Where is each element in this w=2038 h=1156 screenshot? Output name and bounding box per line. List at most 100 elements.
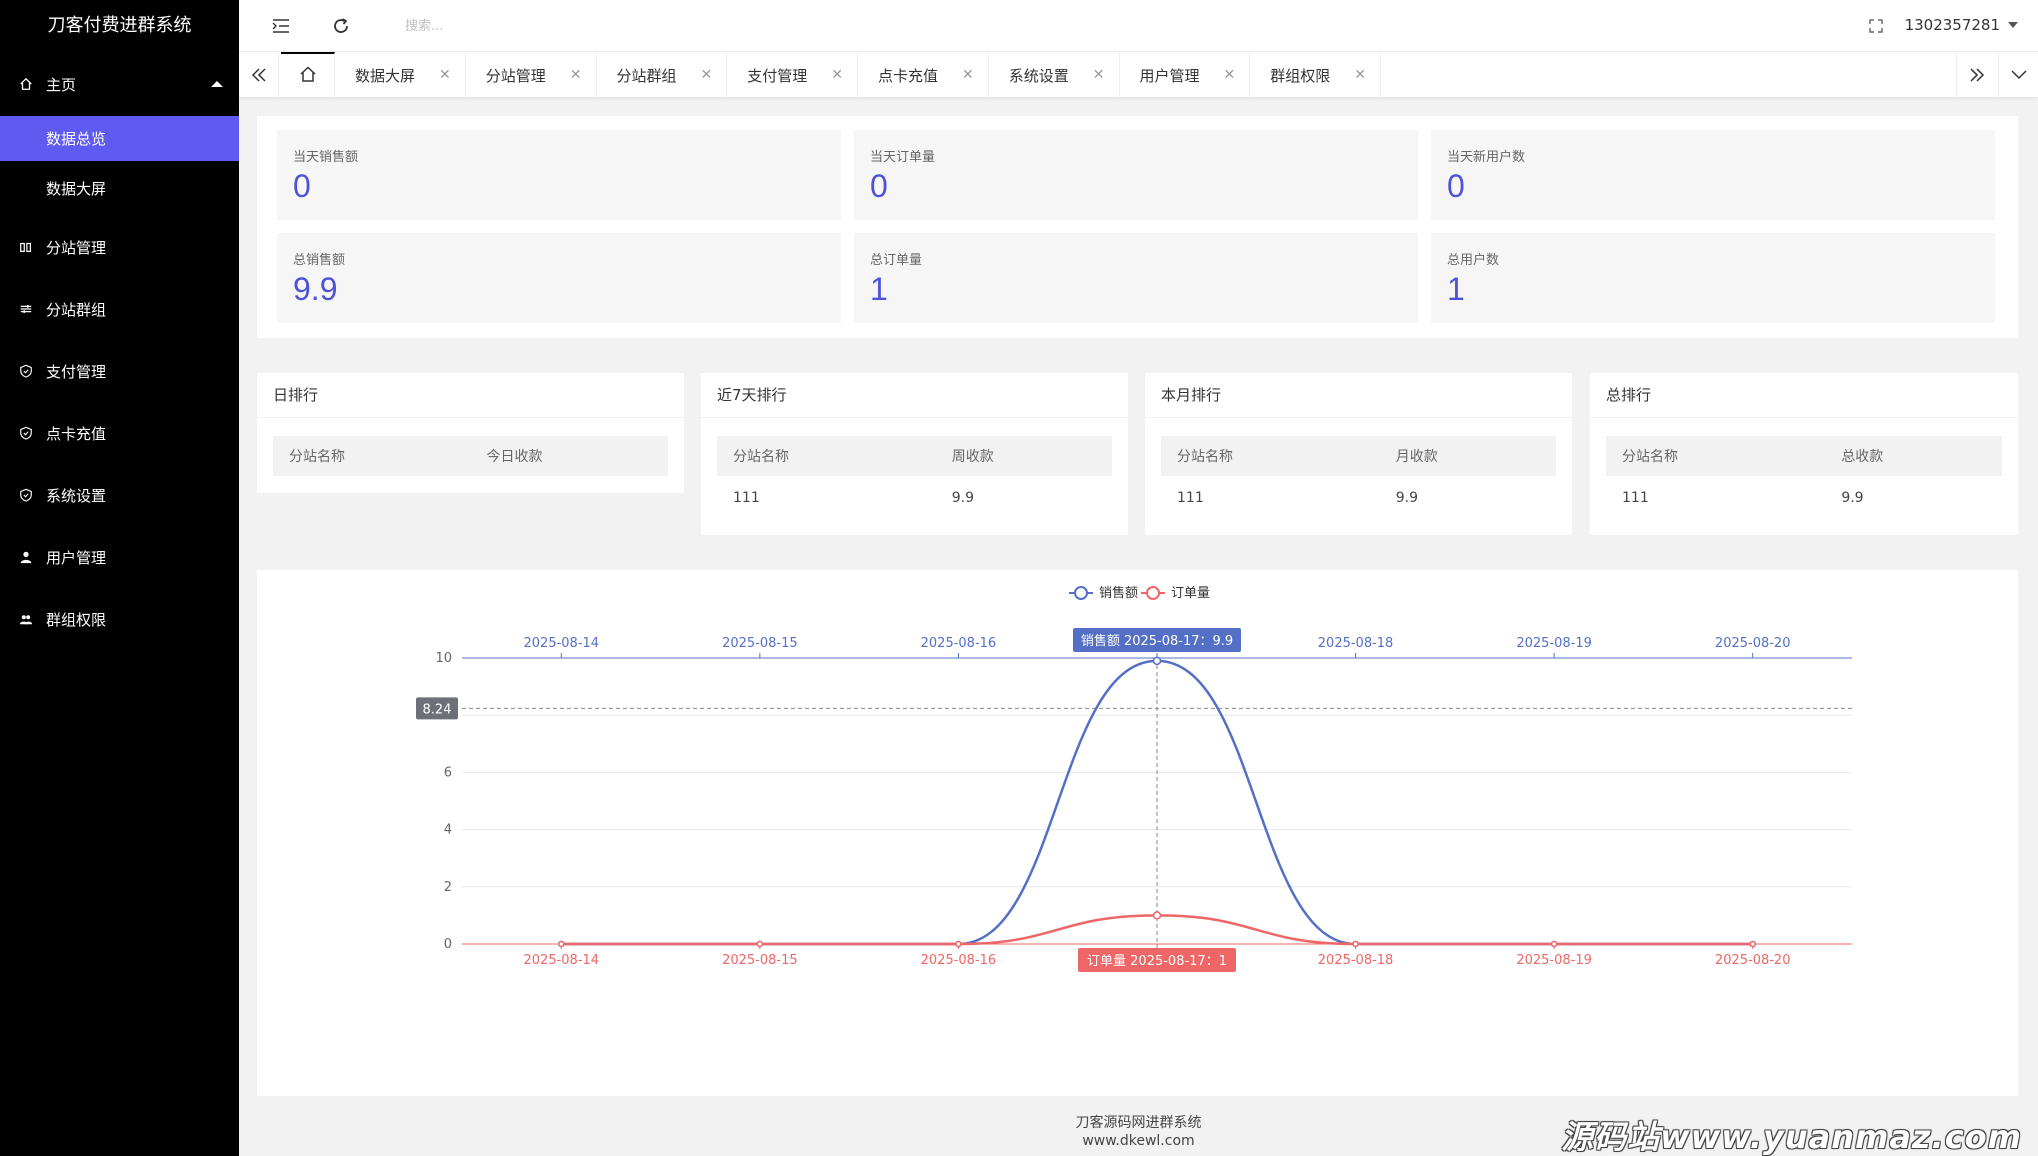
column-header: 分站名称 <box>717 436 936 476</box>
sidebar-item-substation-group[interactable]: 分站群组 <box>0 278 239 340</box>
stat-value: 1 <box>870 271 888 307</box>
ranking-table: 分站名称 今日收款 <box>273 436 668 476</box>
refresh-icon[interactable] <box>329 14 353 38</box>
tab-bigscreen[interactable]: 数据大屏 ✕ <box>335 52 466 98</box>
shield-icon <box>18 425 34 441</box>
sidebar-item-label: 群组权限 <box>46 610 107 629</box>
x-tick-label-bottom: 2025-08-14 <box>524 953 600 968</box>
close-icon[interactable]: ✕ <box>1354 67 1366 83</box>
sales-orders-line-chart[interactable]: 02468102025-08-142025-08-142025-08-15202… <box>257 570 2018 1096</box>
ranking-title: 本月排行 <box>1145 373 1572 418</box>
menu-toggle-icon[interactable] <box>269 14 293 38</box>
y-tick-label: 4 <box>444 823 452 838</box>
sidebar-item-settings[interactable]: 系统设置 <box>0 464 239 526</box>
stat-value: 1 <box>1447 271 1465 307</box>
sidebar-item-users[interactable]: 用户管理 <box>0 526 239 588</box>
tabs: 数据大屏 ✕ 分站管理 ✕ 分站群组 ✕ 支付管理 ✕ 点卡充值 ✕ 系统设置 ✕ 用户管理… <box>281 52 1381 98</box>
sidebar-item-group-permission[interactable]: 群组权限 <box>0 588 239 650</box>
x-tick-label-top: 2025-08-14 <box>524 636 600 651</box>
axis-pointer-y-label: 8.24 <box>423 702 452 717</box>
sidebar-item-recharge[interactable]: 点卡充值 <box>0 402 239 464</box>
fullscreen-icon[interactable] <box>1864 14 1888 38</box>
close-icon[interactable]: ✕ <box>701 67 713 83</box>
tab-home[interactable] <box>281 52 335 98</box>
tab-payment[interactable]: 支付管理 ✕ <box>727 52 858 98</box>
cell-amount: 9.9 <box>951 490 975 506</box>
home-icon <box>18 76 34 92</box>
ranking-title: 总排行 <box>1590 373 2018 418</box>
tab-users[interactable]: 用户管理 ✕ <box>1120 52 1251 98</box>
tab-substation[interactable]: 分站管理 ✕ <box>466 52 597 98</box>
tab-label: 用户管理 <box>1139 66 1200 85</box>
cell-substation-name: 111 <box>1177 490 1204 506</box>
data-point <box>1749 940 1756 948</box>
column-header: 周收款 <box>935 436 1112 476</box>
tab-label: 数据大屏 <box>355 66 416 85</box>
tab-settings[interactable]: 系统设置 ✕ <box>989 52 1120 98</box>
sidebar-subitem-bigscreen[interactable]: 数据大屏 <box>0 161 239 216</box>
stat-total-users: 总用户数 1 <box>1431 233 1995 323</box>
close-icon[interactable]: ✕ <box>1224 67 1236 83</box>
table-row: 111 9.9 <box>1606 476 2002 520</box>
stat-value: 0 <box>870 168 888 204</box>
ranking-total: 总排行 分站名称 总收款 111 9.9 <box>1590 373 2018 535</box>
data-point <box>1550 940 1558 948</box>
stat-today-sales: 当天销售额 0 <box>277 130 841 220</box>
stat-label: 总销售额 <box>293 253 346 268</box>
sidebar-item-label: 分站群组 <box>46 300 107 319</box>
y-tick-label: 0 <box>444 937 452 952</box>
axis-pointer-top-label: 销售额 2025-08-17：9.9 <box>1081 633 1233 649</box>
tab-label: 分站群组 <box>616 66 677 85</box>
close-icon[interactable]: ✕ <box>439 67 451 83</box>
x-tick-label-top: 2025-08-16 <box>921 636 997 651</box>
tab-substation-group[interactable]: 分站群组 ✕ <box>597 52 728 98</box>
data-point <box>1152 656 1162 666</box>
tab-recharge[interactable]: 点卡充值 ✕ <box>858 52 989 98</box>
tab-label: 群组权限 <box>1270 66 1331 85</box>
x-tick-label-bottom: 2025-08-19 <box>1516 953 1592 968</box>
sidebar-item-substation[interactable]: 分站管理 <box>0 216 239 278</box>
sidebar-subitem-overview[interactable]: 数据总览 <box>0 116 239 161</box>
stat-label: 总订单量 <box>870 253 923 268</box>
column-header: 今日收款 <box>470 436 668 476</box>
cell-substation-name: 111 <box>1622 490 1649 506</box>
data-point <box>1152 911 1162 920</box>
tab-group-permission[interactable]: 群组权限 ✕ <box>1250 52 1381 98</box>
tab-label: 系统设置 <box>1008 66 1069 85</box>
tabs-scroll-right-icon[interactable] <box>1956 52 1996 98</box>
sidebar-item-home[interactable]: 主页 <box>0 52 239 116</box>
stat-today-new-users: 当天新用户数 0 <box>1431 130 1995 220</box>
search-input[interactable] <box>405 14 705 38</box>
legend-label: 订单量 <box>1171 586 1210 601</box>
tab-label: 分站管理 <box>485 66 546 85</box>
tab-bar: 数据大屏 ✕ 分站管理 ✕ 分站群组 ✕ 支付管理 ✕ 点卡充值 ✕ 系统设置 ✕ 用户管理… <box>239 52 2038 98</box>
ranking-title: 日排行 <box>257 373 684 418</box>
table-row: 111 9.9 <box>1161 476 1556 520</box>
app-title: 刀客付费进群系统 <box>47 15 192 36</box>
user-icon <box>18 549 34 565</box>
data-point <box>756 940 764 948</box>
stat-label: 当天新用户数 <box>1447 150 1526 165</box>
close-icon[interactable]: ✕ <box>570 67 582 83</box>
stat-label: 当天订单量 <box>870 150 936 165</box>
x-tick-label-top: 2025-08-15 <box>722 636 798 651</box>
table-row: 111 9.9 <box>717 476 1112 520</box>
x-tick-label-bottom: 2025-08-16 <box>921 953 997 968</box>
y-tick-label: 2 <box>444 880 452 895</box>
tabs-menu-chevron-down-icon[interactable] <box>1998 52 2038 98</box>
close-icon[interactable]: ✕ <box>831 67 843 83</box>
tabs-scroll-left-icon[interactable] <box>239 52 279 98</box>
sidebar-item-label: 支付管理 <box>46 362 107 381</box>
close-icon[interactable]: ✕ <box>1093 67 1105 83</box>
user-menu[interactable]: 1302357281 <box>1905 16 2018 34</box>
stat-value: 0 <box>1447 168 1465 204</box>
cell-substation-name: 111 <box>733 490 760 506</box>
data-point <box>558 940 565 948</box>
ranking-daily: 日排行 分站名称 今日收款 <box>257 373 684 493</box>
sidebar-item-label: 数据总览 <box>46 130 107 148</box>
sidebar-item-payment[interactable]: 支付管理 <box>0 340 239 402</box>
caret-up-icon <box>211 81 223 87</box>
stat-today-orders: 当天订单量 0 <box>854 130 1418 220</box>
x-tick-label-top: 2025-08-20 <box>1715 636 1791 651</box>
close-icon[interactable]: ✕ <box>962 67 974 83</box>
